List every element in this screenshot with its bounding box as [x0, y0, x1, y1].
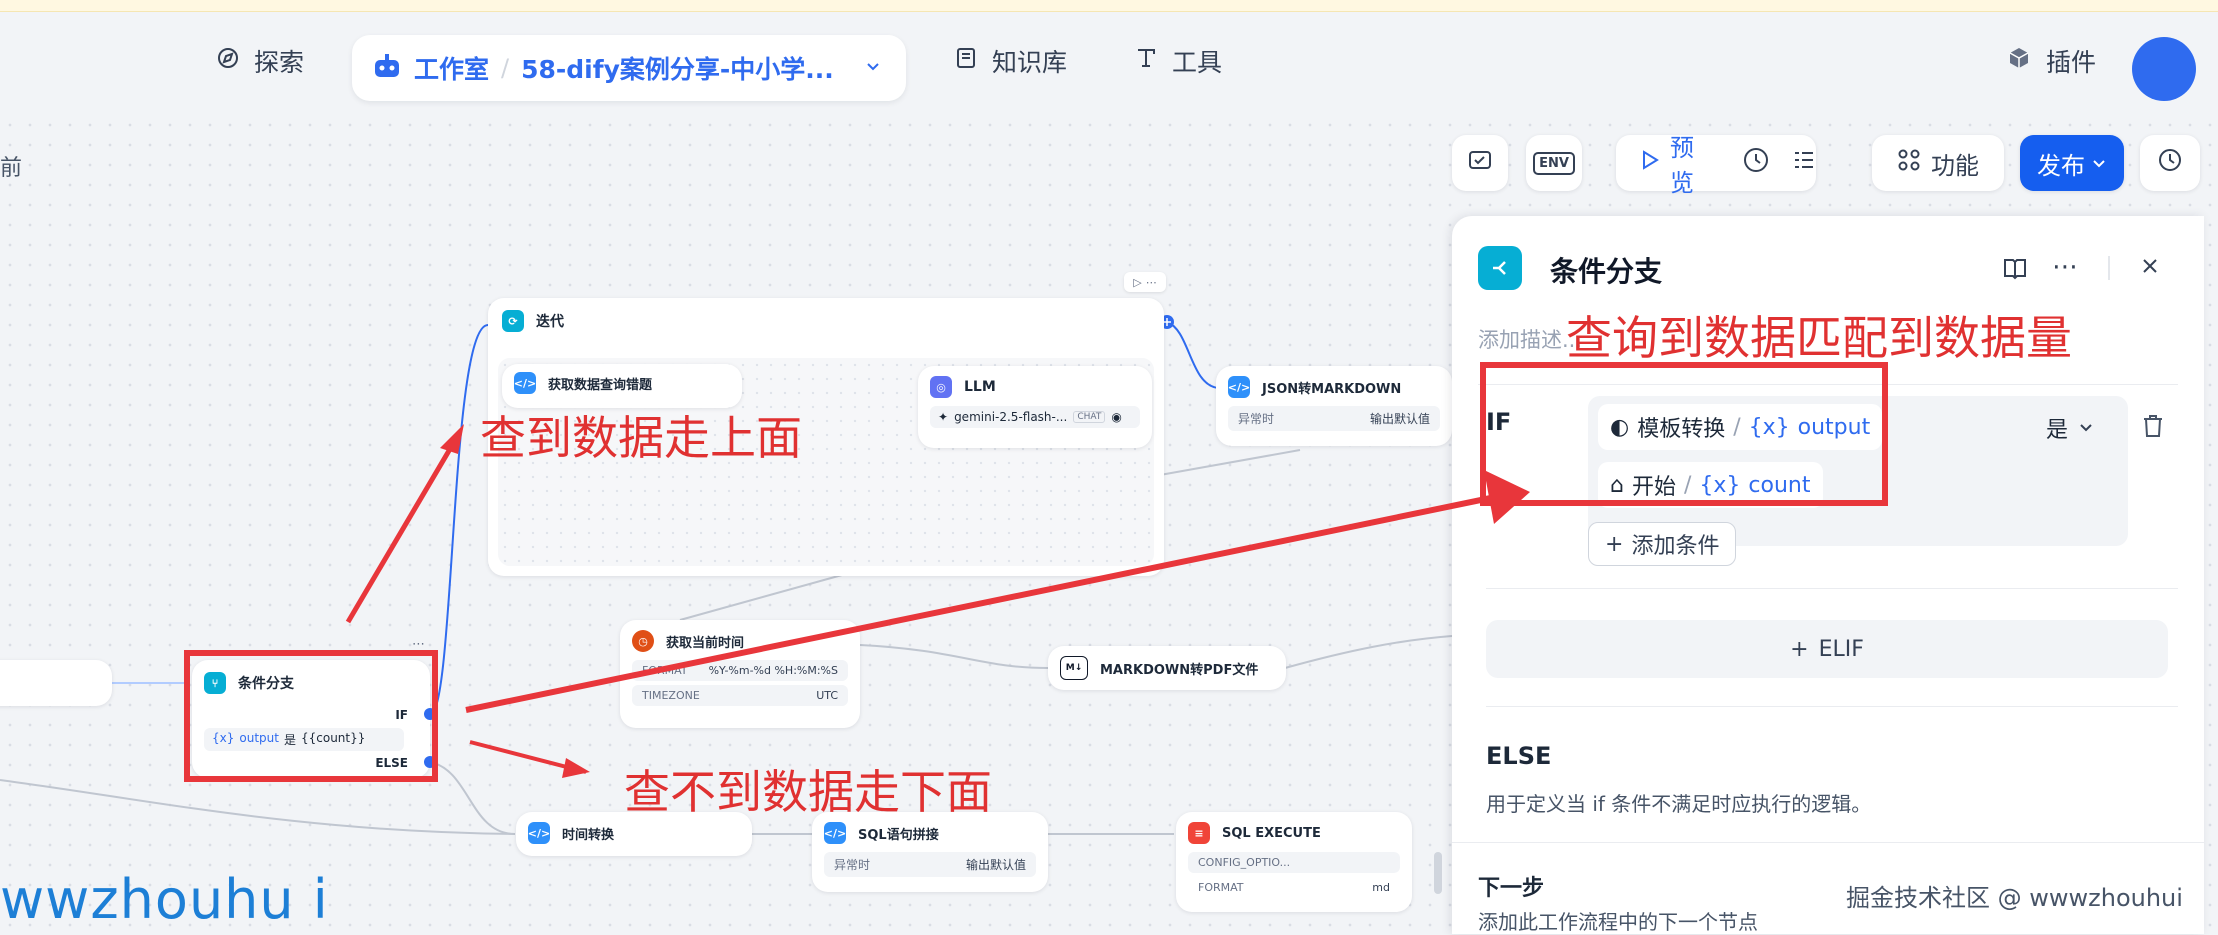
annotation-arrows: [345, 424, 1530, 778]
annotation-bottom: 查不到数据走下面: [624, 765, 992, 819]
annotation-right: 查询到数据匹配到数据量: [1566, 311, 2072, 365]
watermark-left: wwzhouhu i: [0, 868, 329, 931]
watermark-right: 掘金技术社区 @ wwwzhouhui: [1846, 884, 2183, 912]
annotation-top: 查到数据走上面: [480, 411, 802, 465]
